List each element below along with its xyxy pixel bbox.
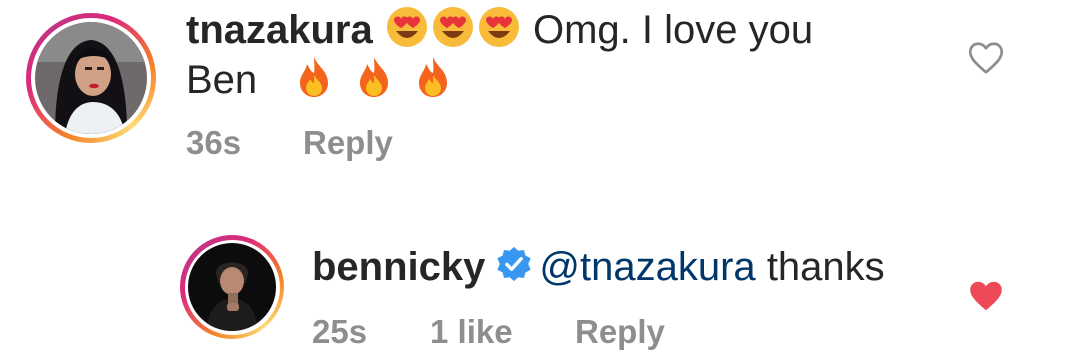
mention-link[interactable]: @tnazakura	[539, 245, 755, 289]
comment-1-reply-button[interactable]: Reply	[303, 124, 393, 162]
avatar-bennicky[interactable]	[188, 243, 276, 331]
heart-eyes-emoji	[431, 5, 475, 60]
comment-2-line-1: bennicky @tnazakura thanks	[312, 243, 885, 294]
comment-1-text-line-2: Ben	[186, 58, 258, 103]
comment-2-likes-count[interactable]: 1 like	[430, 313, 513, 351]
heart-eyes-emoji	[385, 5, 429, 60]
fire-emoji	[413, 55, 453, 110]
fire-emoji	[294, 55, 334, 110]
heart-eyes-emoji	[477, 5, 521, 60]
liked-heart-icon[interactable]	[968, 279, 1004, 313]
comment-1-line-2: Ben	[186, 55, 454, 110]
story-ring[interactable]	[180, 235, 284, 339]
avatar-tnazakura[interactable]	[35, 22, 147, 134]
comment-2-reply-button[interactable]: Reply	[575, 313, 665, 351]
verified-badge-icon	[495, 245, 533, 294]
comment-2-username[interactable]: bennicky	[312, 245, 485, 289]
comment-2-time: 25s	[312, 313, 368, 350]
comment-1-time: 36s	[186, 124, 242, 161]
comment-1-username[interactable]: tnazakura	[186, 8, 373, 52]
comment-2-text: thanks	[766, 245, 885, 289]
fire-emoji	[354, 55, 394, 110]
comment-1-line-1: tnazakura Omg. I love you	[186, 5, 813, 60]
story-ring[interactable]	[26, 13, 156, 143]
comment-1-text-line-1: Omg. I love you	[533, 8, 814, 53]
like-heart-icon[interactable]	[968, 41, 1004, 75]
